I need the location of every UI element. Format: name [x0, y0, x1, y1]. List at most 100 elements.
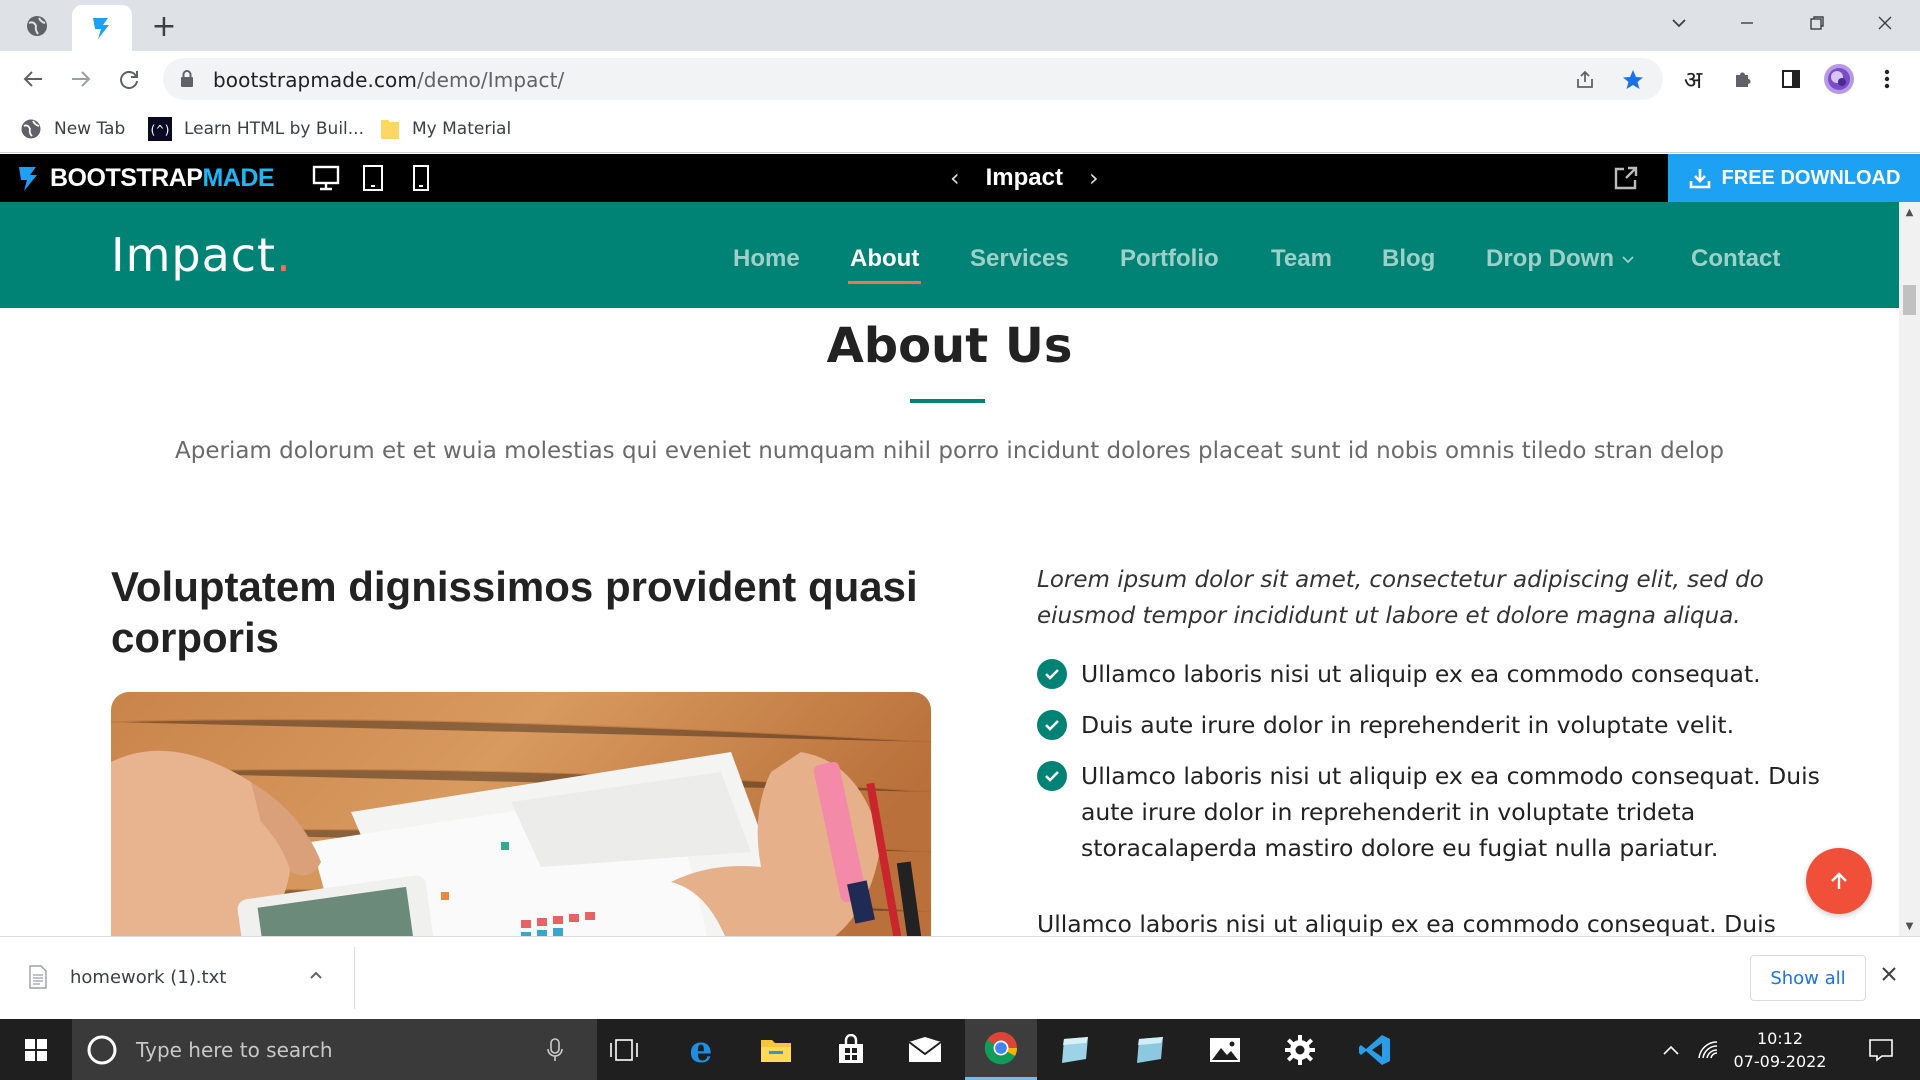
notifications-icon[interactable] — [1856, 1019, 1906, 1080]
close-shelf-icon[interactable] — [1880, 961, 1898, 989]
svg-text:e: e — [690, 1033, 713, 1067]
svg-text:(^): (^) — [149, 123, 171, 137]
bootstrapmade-logo[interactable]: BOOTSTRAPMADE — [16, 164, 275, 193]
site-logo[interactable]: Impact. — [111, 228, 292, 282]
nav-contact[interactable]: Contact — [1691, 242, 1780, 276]
nav-home[interactable]: Home — [733, 242, 800, 276]
checklist-item: Duis aute irure dolor in reprehenderit i… — [1037, 707, 1827, 743]
nav-about[interactable]: About — [847, 242, 922, 284]
tab-strip: + — [0, 0, 1920, 51]
bookmark-learn-html[interactable]: (^) Learn HTML by Buil... — [148, 115, 364, 143]
desktop-view-icon[interactable] — [312, 162, 340, 194]
arrow-up-icon — [1831, 872, 1847, 889]
site-header: Impact. Home About Services Portfolio Te… — [0, 202, 1899, 308]
file-explorer-icon[interactable] — [740, 1019, 812, 1080]
vscode-icon[interactable] — [1339, 1019, 1411, 1080]
windows-taskbar: Type here to search e 10:12 07-09-2022 — [0, 1019, 1920, 1080]
notes-app-2-icon[interactable] — [1114, 1019, 1186, 1080]
external-link-icon[interactable] — [1612, 164, 1640, 197]
globe-icon — [21, 119, 41, 139]
nav-dropdown[interactable]: Drop Down — [1486, 242, 1636, 276]
edge-icon[interactable]: e — [665, 1019, 737, 1080]
nav-blog[interactable]: Blog — [1382, 242, 1435, 276]
windows-logo-icon — [25, 1038, 47, 1061]
chrome-menu-icon[interactable] — [1870, 62, 1904, 96]
nav-services[interactable]: Services — [970, 242, 1069, 276]
cortana-circle-icon — [87, 1035, 117, 1064]
nav-team[interactable]: Team — [1271, 242, 1332, 276]
bookmark-new-tab[interactable]: New Tab — [20, 115, 125, 143]
about-paragraph: Ullamco laboris nisi ut aliquip ex ea co… — [1037, 910, 1776, 936]
checklist-item: Ullamco laboris nisi ut aliquip ex ea co… — [1037, 758, 1827, 866]
section-subtitle: Aperiam dolorum et et wuia molestias qui… — [175, 438, 1724, 464]
section-title: About Us — [826, 318, 1073, 374]
page-scrollbar[interactable]: ▲ ▼ — [1899, 202, 1920, 936]
new-tab-plus-icon[interactable]: + — [148, 9, 180, 44]
download-shelf: homework (1).txt Show all — [0, 936, 1920, 1019]
active-tab[interactable] — [72, 5, 132, 51]
show-all-button[interactable]: Show all — [1750, 955, 1866, 1001]
text-file-icon — [29, 965, 47, 989]
forward-icon[interactable] — [64, 62, 98, 96]
close-window-icon[interactable] — [1862, 8, 1908, 38]
address-bar[interactable]: bootstrapmade.com/demo/Impact/ — [163, 58, 1663, 100]
restore-icon[interactable] — [1794, 8, 1840, 38]
show-hidden-icons-chevron-icon[interactable] — [1656, 1019, 1686, 1080]
tablet-view-icon[interactable] — [362, 162, 384, 194]
bookmark-my-material[interactable]: My Material — [380, 115, 511, 143]
microphone-icon[interactable] — [546, 1037, 564, 1063]
bootstrapmade-preview-bar: BOOTSTRAPMADE ‹ Impact › FREE DOWNLOAD — [0, 154, 1920, 202]
settings-gear-icon[interactable] — [1264, 1019, 1336, 1080]
title-underline — [910, 399, 985, 403]
download-icon — [1689, 169, 1710, 189]
taskbar-search-box[interactable]: Type here to search — [72, 1019, 597, 1080]
mail-icon[interactable] — [889, 1019, 961, 1080]
reload-icon[interactable] — [112, 62, 146, 96]
chrome-icon[interactable] — [965, 1019, 1037, 1080]
system-clock[interactable]: 10:12 07-09-2022 — [1720, 1027, 1840, 1073]
bookmark-star-icon[interactable] — [1619, 66, 1647, 94]
download-item[interactable]: homework (1).txt — [28, 965, 226, 989]
scroll-down-arrow-icon[interactable]: ▼ — [1899, 916, 1920, 936]
template-title: Impact — [985, 164, 1063, 191]
divider — [354, 947, 355, 1009]
about-section: About Us Aperiam dolorum et et wuia mole… — [0, 308, 1899, 936]
scrollbar-thumb[interactable] — [1903, 285, 1916, 315]
profile-avatar[interactable] — [1822, 62, 1856, 96]
start-button[interactable] — [0, 1019, 72, 1080]
extensions-puzzle-icon[interactable] — [1726, 62, 1760, 96]
scroll-top-button[interactable] — [1806, 848, 1872, 914]
side-panel-icon[interactable] — [1774, 62, 1808, 96]
url-text: bootstrapmade.com/demo/Impact/ — [213, 68, 565, 92]
share-icon[interactable] — [1571, 66, 1599, 94]
lock-icon — [181, 70, 193, 87]
scroll-up-arrow-icon[interactable]: ▲ — [1899, 202, 1920, 222]
folder-icon — [381, 120, 399, 139]
bootstrapmade-logo-icon — [19, 166, 37, 191]
about-heading: Voluptatem dignissimos provident quasi c… — [111, 563, 918, 661]
globe-icon — [27, 16, 47, 36]
check-circle-icon — [1037, 710, 1067, 740]
browser-toolbar: bootstrapmade.com/demo/Impact/ अ — [0, 51, 1920, 105]
previous-template-icon[interactable]: ‹ — [950, 164, 960, 192]
template-switcher: ‹ Impact › — [950, 162, 1099, 194]
free-download-button[interactable]: FREE DOWNLOAD — [1668, 154, 1920, 202]
nav-portfolio[interactable]: Portfolio — [1120, 242, 1219, 276]
notes-app-icon[interactable] — [1039, 1019, 1111, 1080]
inactive-tab[interactable] — [24, 13, 50, 39]
next-template-icon[interactable]: › — [1089, 164, 1099, 192]
download-options-chevron-icon[interactable] — [308, 967, 324, 987]
tab-search-chevron-icon[interactable] — [1656, 8, 1702, 38]
back-icon[interactable] — [16, 62, 50, 96]
task-view-icon[interactable] — [588, 1019, 660, 1080]
mobile-view-icon[interactable] — [412, 162, 430, 194]
bookmarks-bar: New Tab (^) Learn HTML by Buil... My Mat… — [0, 105, 1920, 153]
check-circle-icon — [1037, 659, 1067, 689]
check-circle-icon — [1037, 761, 1067, 791]
microsoft-store-icon[interactable] — [815, 1019, 887, 1080]
checklist-item: Ullamco laboris nisi ut aliquip ex ea co… — [1037, 656, 1827, 692]
hindi-extension-icon[interactable]: अ — [1676, 62, 1710, 96]
photos-icon[interactable] — [1189, 1019, 1261, 1080]
minimize-icon[interactable] — [1724, 8, 1770, 38]
bootstrapmade-favicon-icon — [93, 18, 109, 39]
